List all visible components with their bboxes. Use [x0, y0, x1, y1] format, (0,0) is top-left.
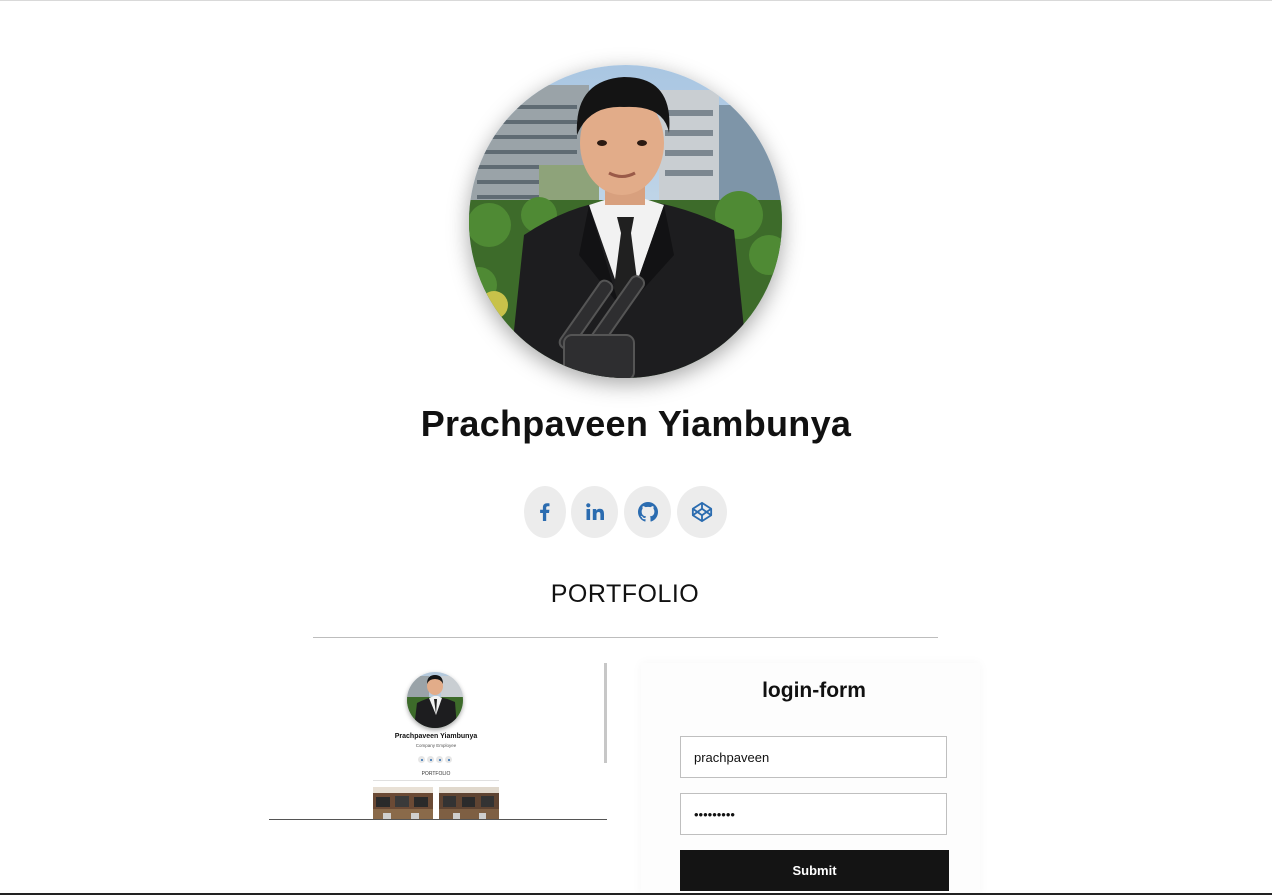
profile-avatar	[469, 65, 782, 378]
portfolio-preview[interactable]: Prachpaveen Yiambunya Company Employee P…	[269, 663, 607, 820]
linkedin-icon	[585, 502, 605, 522]
portfolio-heading: PORTFOLIO	[550, 580, 700, 608]
password-input[interactable]	[680, 793, 947, 835]
codepen-icon	[691, 501, 713, 523]
facebook-button[interactable]	[524, 486, 566, 538]
preview-portfolio-heading: PORTFOLIO	[421, 771, 451, 777]
preview-divider	[373, 780, 499, 781]
username-input[interactable]	[680, 736, 947, 778]
portfolio-divider	[313, 637, 938, 638]
preview-subtitle: Company Employee	[415, 743, 457, 748]
preview-github-icon	[436, 756, 443, 763]
preview-thumbnail	[439, 787, 499, 819]
preview-avatar	[407, 672, 463, 728]
codepen-button[interactable]	[677, 486, 727, 538]
top-divider	[0, 0, 1272, 1]
preview-thumbnail	[373, 787, 433, 819]
profile-name: Prachpaveen Yiambunya	[420, 403, 852, 444]
submit-button[interactable]: Submit	[680, 850, 949, 891]
preview-scrollbar[interactable]	[604, 663, 607, 763]
github-button[interactable]	[624, 486, 671, 538]
facebook-icon	[535, 502, 555, 522]
login-form-title: login-form	[762, 679, 866, 702]
preview-facebook-icon	[418, 756, 425, 763]
social-links	[0, 486, 1272, 538]
preview-codepen-icon	[445, 756, 452, 763]
preview-name: Prachpaveen Yiambunya	[394, 733, 478, 740]
preview-social-links	[269, 756, 603, 764]
login-form: login-form Submit	[641, 663, 980, 895]
preview-linkedin-icon	[427, 756, 434, 763]
linkedin-button[interactable]	[571, 486, 618, 538]
github-icon	[637, 502, 658, 522]
